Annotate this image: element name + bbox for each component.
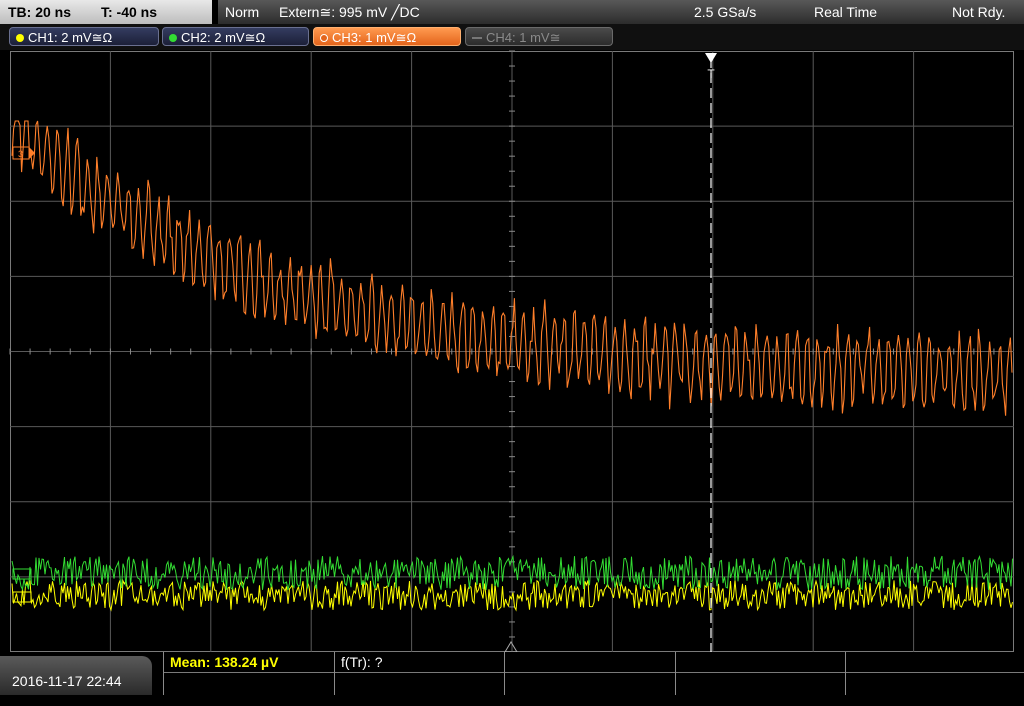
date-time-display: 2016-11-17 22:44	[0, 656, 152, 695]
measurement-row-1: Mean: 138.24 µV f(Tr): ?	[164, 652, 1024, 673]
measurement-panel[interactable]: Mean: 138.24 µV f(Tr): ?	[163, 652, 1024, 695]
trigger-position-icon[interactable]	[705, 53, 717, 63]
measurement-divider	[504, 652, 505, 695]
frequency-measurement: f(Tr): ?	[341, 654, 383, 670]
measurement-divider	[675, 652, 676, 695]
ch3-offset-label: 3	[18, 149, 23, 159]
trigger-offset-icon	[504, 641, 518, 653]
measurement-divider	[845, 652, 846, 695]
trigger-marker-label: T	[707, 67, 715, 81]
waveform-canvas: T 3	[9, 50, 1014, 653]
mean-measurement: Mean: 138.24 µV	[170, 654, 279, 670]
measurement-divider	[334, 652, 335, 695]
date-time: 2016-11-17 22:44	[12, 673, 122, 689]
ch2-offset-marker[interactable]	[12, 568, 32, 580]
measurement-row-2	[164, 673, 1024, 694]
